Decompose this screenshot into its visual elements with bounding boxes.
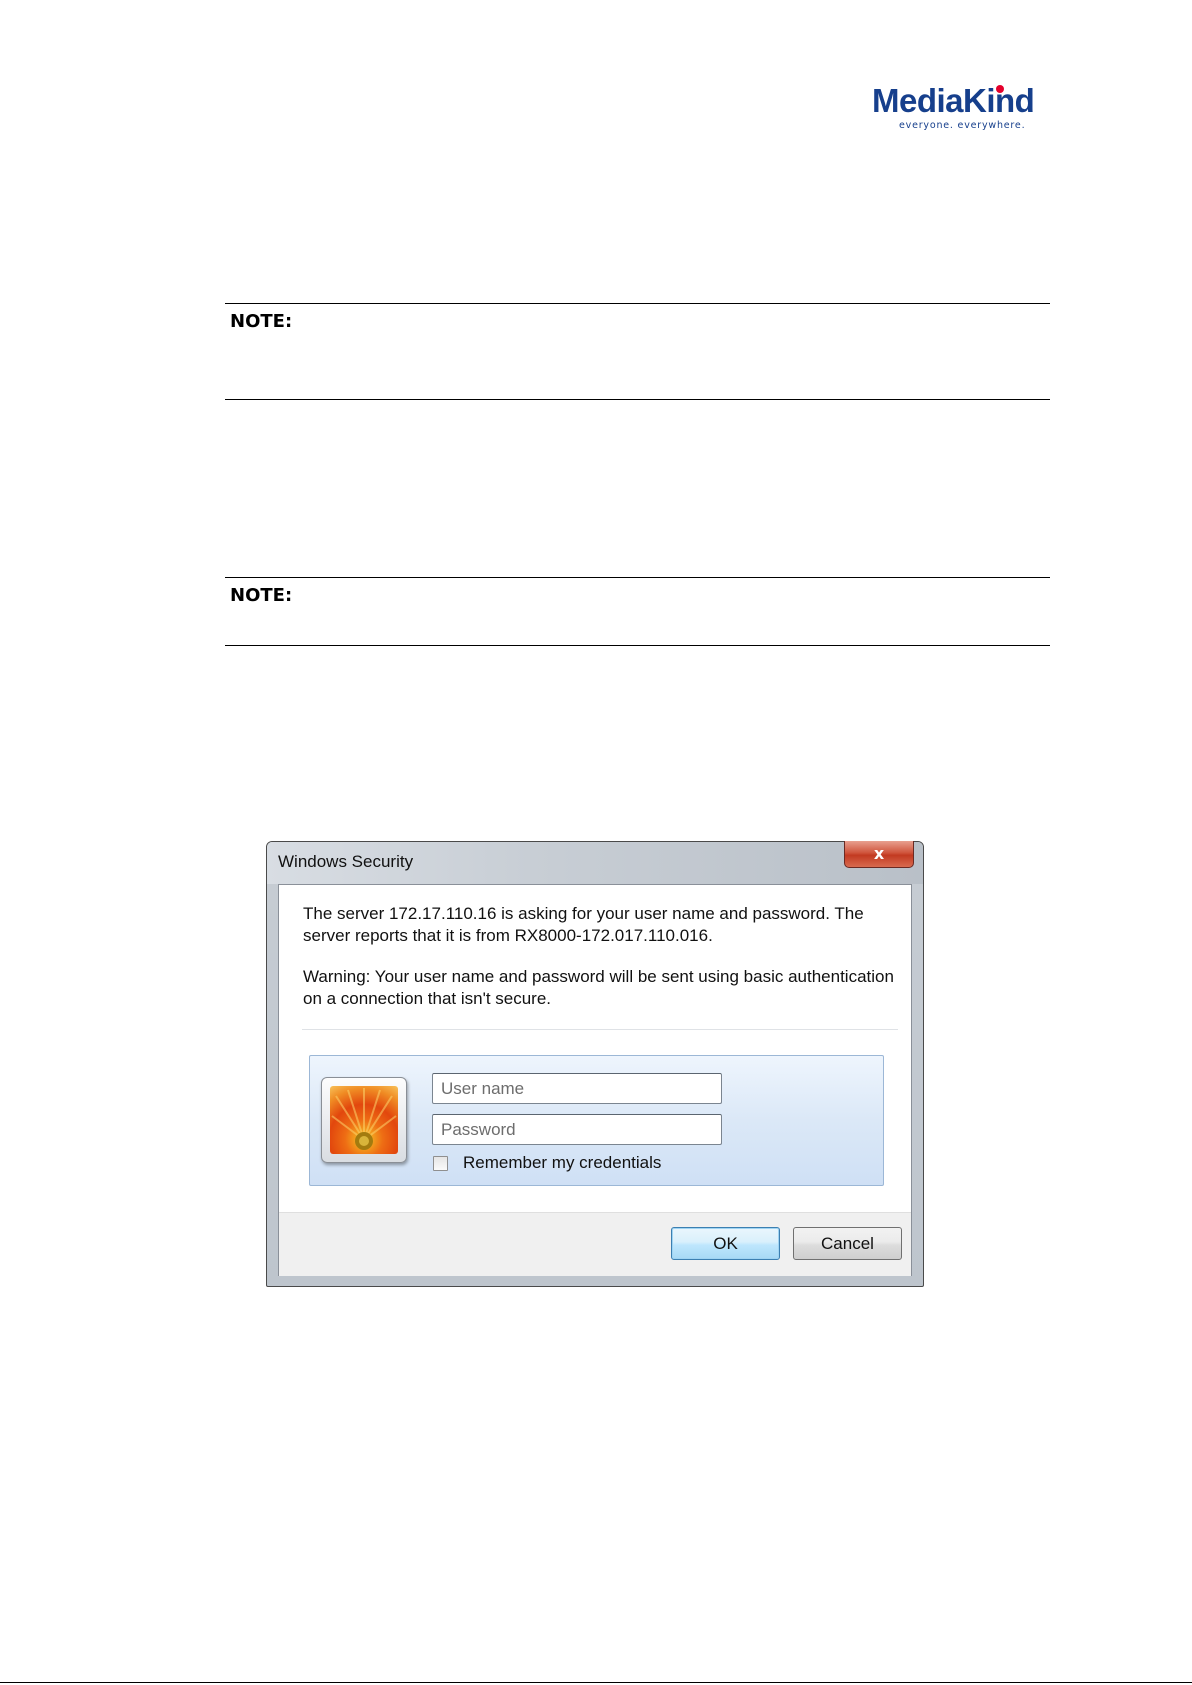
username-field[interactable] [432, 1073, 722, 1104]
remember-credentials-checkbox[interactable] [433, 1156, 448, 1171]
remember-credentials-label[interactable]: Remember my credentials [463, 1153, 661, 1173]
logo-accent-dot [996, 85, 1004, 93]
note-label: NOTE: [230, 311, 293, 332]
flower-picture-icon [330, 1086, 398, 1154]
note-bottom-rule [225, 645, 1050, 646]
password-field[interactable] [432, 1114, 722, 1145]
cancel-button[interactable]: Cancel [793, 1227, 902, 1260]
server-message: The server 172.17.110.16 is asking for y… [303, 904, 864, 945]
dialog-footer: OK Cancel [279, 1212, 911, 1276]
dialog-titlebar[interactable]: Windows Security x [267, 841, 923, 884]
windows-security-dialog: Windows Security x The server 172.17.110… [266, 841, 924, 1287]
note-top-rule [225, 577, 1050, 578]
logo-wordmark: MediaKind [872, 82, 1035, 119]
security-warning: Warning: Your user name and password wil… [303, 967, 894, 1008]
note-label: NOTE: [230, 585, 293, 606]
note-top-rule [225, 303, 1050, 304]
page-footer-rule [0, 1682, 1192, 1683]
user-tile [321, 1077, 407, 1163]
note-bottom-rule [225, 399, 1050, 400]
ok-button[interactable]: OK [671, 1227, 780, 1260]
dialog-title: Windows Security [278, 852, 414, 871]
credential-panel: Remember my credentials [309, 1055, 884, 1186]
close-icon: x [873, 844, 885, 863]
close-button[interactable]: x [844, 841, 914, 868]
dialog-content: The server 172.17.110.16 is asking for y… [278, 884, 912, 1276]
mediakind-logo: MediaKind everyone. everywhere. [872, 82, 1052, 132]
divider [302, 1029, 898, 1030]
logo-tagline: everyone. everywhere. [899, 120, 1026, 131]
